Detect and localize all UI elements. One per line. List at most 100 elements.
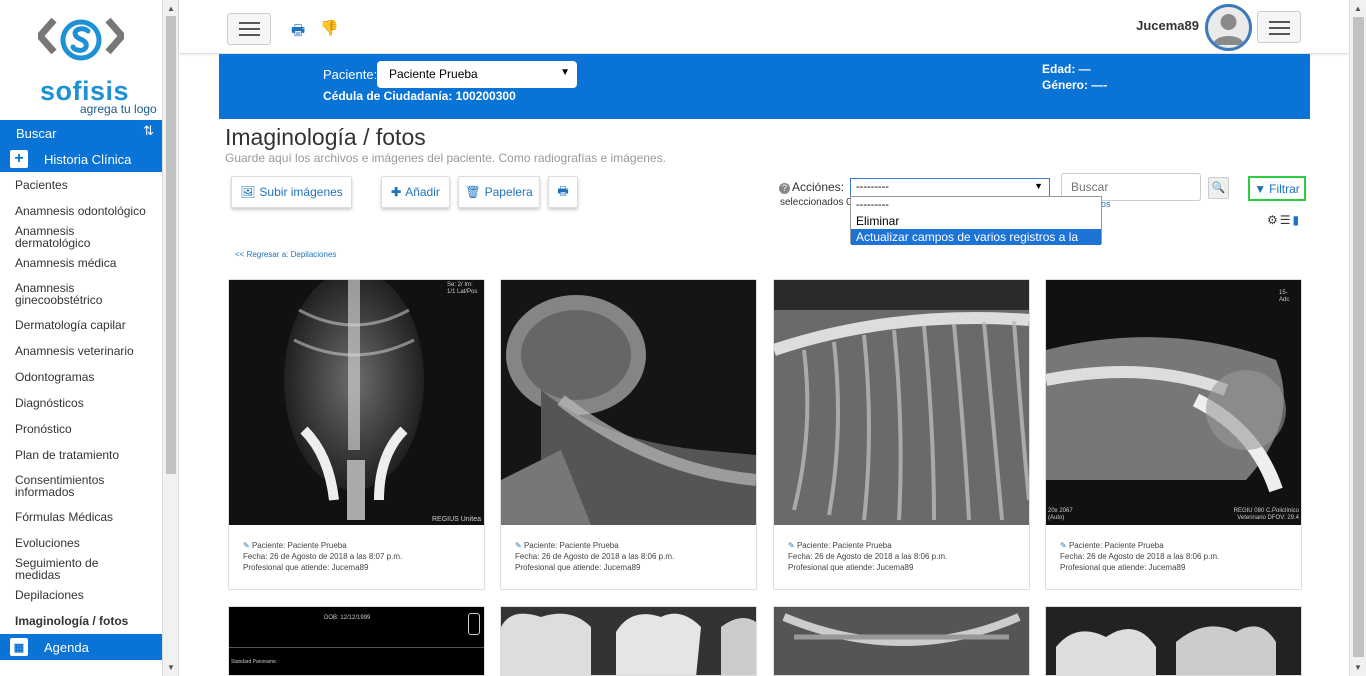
image-icon: 🖼 (240, 185, 256, 199)
actions-label-text: Acciónes: (792, 180, 845, 194)
image-overlay-text: DOB: 12/12/1999 (324, 615, 371, 621)
sidebar-scroll-thumb[interactable] (166, 16, 176, 474)
plus-icon: ✚ (391, 185, 402, 199)
scroll-up-icon[interactable]: ▲ (1354, 4, 1362, 13)
scroll-up-icon[interactable]: ▲ (167, 4, 175, 13)
actions-option-actualizar[interactable]: Actualizar campos de varios registros a … (851, 229, 1101, 260)
sort-icon[interactable]: ⇅ (143, 123, 154, 139)
username[interactable]: Jucema89 (1136, 18, 1199, 33)
sidebar-item-diagnosticos[interactable]: Diagnósticos (0, 390, 162, 416)
image-card[interactable]: ✎ Paciente: Paciente Prueba Fecha: 26 de… (500, 279, 757, 590)
sidebar-item-dermatologia-capilar[interactable]: Dermatología capilar (0, 312, 162, 338)
image-card[interactable] (1045, 606, 1302, 676)
divider (229, 647, 484, 648)
main-scrollbar[interactable]: ▲ ▼ (1349, 0, 1366, 676)
sidebar-item-anamnesis-ginecoobstetrico[interactable]: Anamnesis ginecoobstétrico (0, 276, 162, 312)
sidebar-item-depilaciones[interactable]: Depilaciones (0, 582, 162, 608)
print-icon: 🖶 (557, 183, 569, 198)
image-card[interactable]: 15- Adc REGIU 080 C.Policlínico Veterina… (1045, 279, 1302, 590)
print-icon[interactable]: 🖶 (291, 20, 305, 45)
main-scroll-thumb[interactable] (1353, 17, 1364, 657)
user-menu-button[interactable] (1257, 11, 1301, 43)
selected-count: seleccionados 0 ros (780, 197, 1111, 209)
sidebar-search-label: Buscar (16, 125, 57, 141)
sidebar-item-consentimientos[interactable]: Consentimientos informados (0, 468, 162, 504)
thumbs-down-icon[interactable]: 👎 (320, 19, 339, 37)
menu-icon (239, 22, 260, 24)
sidebar-section-historia[interactable]: + Historia Clínica (0, 146, 162, 172)
sidebar-item-pacientes[interactable]: Pacientes (0, 172, 162, 198)
back-link[interactable]: << Regresar a: Depilaciones (235, 250, 336, 259)
image-card[interactable]: DOB: 12/12/1999 Standard Panoramic (228, 606, 485, 676)
sidebar-scrollbar[interactable]: ▲ ▼ (163, 0, 179, 676)
gear-icon[interactable]: ⚙ (1267, 213, 1280, 227)
menu-icon-bar (239, 34, 260, 36)
menu-icon-bar (239, 28, 260, 30)
sidebar-section-agenda[interactable]: ▦ Agenda (0, 634, 162, 660)
trash-icon: 🗑 (465, 185, 481, 199)
sidebar-item-plan-tratamiento[interactable]: Plan de tratamiento (0, 442, 162, 468)
pencil-icon[interactable]: ✎ (243, 541, 250, 550)
actions-select[interactable]: --------- ▼ (850, 178, 1050, 197)
caret-down-icon: ▼ (1034, 181, 1043, 191)
print-button[interactable]: 🖶 (548, 176, 578, 208)
sidebar: sofisis agrega tu logo Buscar ⇅ + Histor… (0, 0, 163, 676)
sidebar-item-anamnesis-medica[interactable]: Anamnesis médica (0, 250, 162, 276)
list-icon[interactable]: ☰ (1280, 213, 1293, 227)
upload-images-button[interactable]: 🖼 Subir imágenes (231, 176, 352, 208)
scroll-down-icon[interactable]: ▼ (167, 663, 175, 672)
page-subtitle: Guarde aquí los archivos e imágenes del … (225, 151, 666, 165)
sidebar-item-pronostico[interactable]: Pronóstico (0, 416, 162, 442)
patient-banner: Paciente: Paciente Prueba ▼ Cédula de Ci… (219, 54, 1310, 119)
actions-option-eliminar[interactable]: Eliminar (851, 213, 1101, 229)
xray-image[interactable]: Se: 2/ Im: 1/1 Lat/Pos REGIUS Unitea (229, 280, 484, 525)
plus-icon: + (10, 150, 28, 168)
sidebar-item-anamnesis-odontologico[interactable]: Anamnesis odontológico (0, 198, 162, 224)
xray-image[interactable]: 15- Adc REGIU 080 C.Policlínico Veterina… (1046, 280, 1301, 525)
chart-icon[interactable]: ▮ (1293, 213, 1302, 227)
sidebar-toggle-button[interactable] (227, 13, 271, 45)
xray-image[interactable] (501, 280, 756, 525)
sidebar-item-seguimiento-medidas[interactable]: Seguimiento de medidas (0, 556, 162, 582)
filter-button[interactable]: ▼ Filtrar (1248, 176, 1306, 201)
xray-image[interactable] (774, 280, 1029, 525)
card-professional: Profesional que atiende: Jucema89 (243, 563, 369, 572)
sidebar-section-label: Historia Clínica (44, 151, 132, 167)
patient-select-value: Paciente Prueba (389, 67, 478, 81)
filter-label: Filtrar (1269, 181, 1300, 196)
top-navbar: 🖶 👎 Jucema89 (179, 0, 1349, 54)
menu-icon-bar (1269, 33, 1290, 35)
image-overlay-text: Se: 2/ Im: 1/1 Lat/Pos (447, 282, 478, 295)
avatar[interactable] (1205, 4, 1252, 51)
help-icon[interactable]: ? (779, 183, 790, 194)
scroll-down-icon[interactable]: ▼ (1354, 663, 1362, 672)
sidebar-item-odontogramas[interactable]: Odontogramas (0, 364, 162, 390)
image-card[interactable]: ✎ Paciente: Paciente Prueba Fecha: 26 de… (773, 279, 1030, 590)
image-card[interactable] (500, 606, 757, 676)
add-button[interactable]: ✚ Añadir (381, 176, 450, 208)
logo-subtitle: agrega tu logo (80, 102, 157, 116)
actions-option-blank[interactable]: --------- (851, 197, 1101, 213)
pencil-icon[interactable]: ✎ (788, 541, 795, 550)
filter-icon: ▼ (1254, 181, 1267, 196)
patient-label: Paciente: (323, 67, 378, 82)
search-button[interactable]: 🔍 (1208, 177, 1229, 199)
sidebar-item-imaginologia[interactable]: Imaginología / fotos (0, 608, 162, 634)
sidebar-item-anamnesis-veterinario[interactable]: Anamnesis veterinario (0, 338, 162, 364)
patient-select[interactable]: Paciente Prueba ▼ (377, 61, 577, 88)
pencil-icon[interactable]: ✎ (515, 541, 522, 550)
card-professional: Profesional que atiende: Jucema89 (788, 563, 914, 572)
logo[interactable]: sofisis agrega tu logo (0, 0, 162, 120)
actions-dropdown: --------- Eliminar Actualizar campos de … (850, 196, 1102, 260)
sidebar-item-evoluciones[interactable]: Evoluciones (0, 530, 162, 556)
image-card[interactable]: Se: 2/ Im: 1/1 Lat/Pos REGIUS Unitea ✎ P… (228, 279, 485, 590)
trash-button[interactable]: 🗑 Papelera (458, 176, 540, 208)
image-card[interactable] (773, 606, 1030, 676)
sidebar-item-anamnesis-dermatologico[interactable]: Anamnesis dermatológico (0, 224, 162, 250)
card-patient: Paciente: Paciente Prueba (1068, 541, 1164, 550)
sidebar-item-formulas-medicas[interactable]: Fórmulas Médicas (0, 504, 162, 530)
page-title: Imaginología / fotos (225, 124, 426, 150)
sidebar-search[interactable]: Buscar ⇅ (0, 120, 162, 146)
upload-images-label: Subir imágenes (259, 185, 343, 199)
pencil-icon[interactable]: ✎ (1060, 541, 1067, 550)
